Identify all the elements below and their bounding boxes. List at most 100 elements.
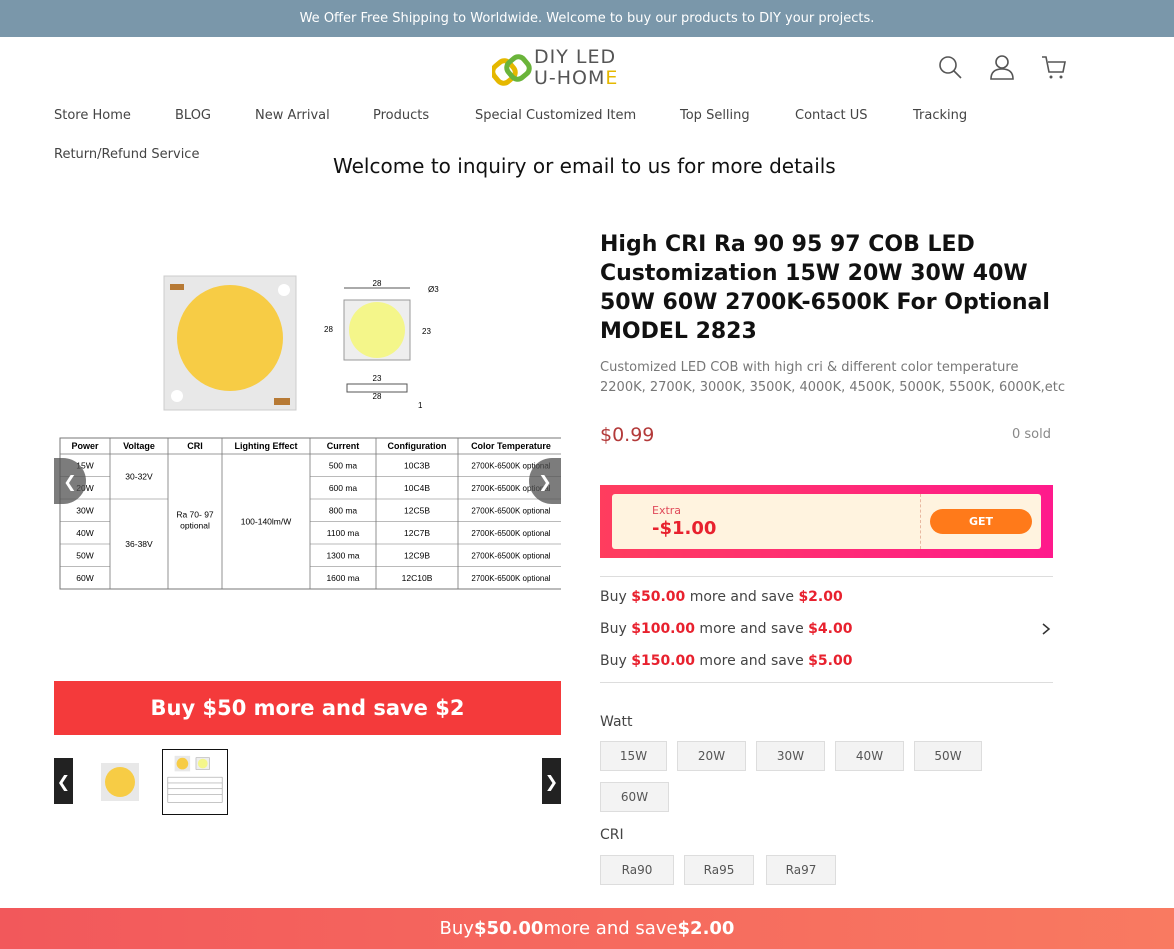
table-config-cell: 12C7B	[404, 528, 430, 538]
bottom-amount: $50.00	[473, 918, 544, 939]
cri-label: CRI	[600, 827, 624, 843]
option-cri-ra90[interactable]: Ra90	[600, 855, 674, 885]
option-watt-60w[interactable]: 60W	[600, 782, 669, 812]
store-logo[interactable]: DIY LED U-HOME	[492, 46, 632, 92]
logo-line1: DIY LED	[534, 46, 617, 68]
table-temp-cell: 2700K-6500K optional	[471, 574, 550, 583]
logo-line2-accent: E	[605, 67, 619, 89]
nav-top-selling[interactable]: Top Selling	[680, 108, 750, 123]
chevron-left-icon: ❮	[56, 771, 71, 791]
nav-return-refund[interactable]: Return/Refund Service	[54, 147, 199, 162]
table-header: Current	[327, 441, 360, 451]
table-current-cell: 1600 ma	[326, 573, 359, 583]
product-main-image[interactable]: 28 28 23 Ø3 23 28 1 Power Voltage CRI Light…	[54, 258, 561, 598]
table-config-cell: 12C10B	[402, 573, 433, 583]
table-current-cell: 1300 ma	[326, 550, 359, 560]
option-cri-ra95[interactable]: Ra95	[684, 855, 754, 885]
table-voltage-cell: 36-38V	[125, 539, 153, 549]
dim-bottom2: 28	[373, 392, 382, 401]
bottom-mid: more and save	[543, 918, 678, 939]
tier-save: $5.00	[808, 653, 853, 669]
table-header: Color Temperature	[471, 441, 551, 451]
chevron-right-icon: ❯	[544, 771, 559, 791]
dim-top: 28	[373, 279, 382, 288]
product-title: High CRI Ra 90 95 97 COB LED Customizati…	[600, 232, 1050, 344]
dim-thick: 1	[418, 401, 423, 410]
welcome-message: Welcome to inquiry or email to us for mo…	[333, 154, 836, 178]
logo-line2-main: U-HOM	[534, 67, 606, 89]
divider	[600, 576, 1053, 577]
search-icon[interactable]	[937, 54, 963, 80]
thumbnail-1[interactable]	[87, 749, 153, 815]
option-watt-40w[interactable]: 40W	[835, 741, 904, 771]
tier-mid: more and save	[694, 621, 809, 637]
thumb-prev-button[interactable]: ❮	[54, 758, 73, 804]
tier-pre: Buy	[600, 589, 632, 605]
table-config-cell: 12C5B	[404, 505, 430, 515]
option-watt-20w[interactable]: 20W	[677, 741, 746, 771]
discount-tier-2: Buy $100.00 more and save $4.00	[600, 621, 852, 637]
table-temp-cell: 2700K-6500K optional	[471, 506, 550, 515]
discount-tier-1: Buy $50.00 more and save $2.00	[600, 589, 843, 605]
table-header: Lighting Effect	[235, 441, 298, 451]
bottom-promo-bar[interactable]: Buy $50.00 more and save $2.00	[0, 908, 1174, 949]
divider	[600, 682, 1053, 683]
table-cri-cell: Ra 70- 97	[176, 510, 214, 520]
table-header: Configuration	[388, 441, 447, 451]
tier-pre: Buy	[600, 621, 632, 637]
coupon-card: Extra -$1.00 GET	[600, 485, 1053, 558]
thumb-spec-image	[167, 755, 223, 803]
option-cri-ra97[interactable]: Ra97	[766, 855, 836, 885]
table-config-cell: 10C3B	[404, 460, 430, 470]
table-current-cell: 500 ma	[329, 460, 358, 470]
thumbnail-2[interactable]	[162, 749, 228, 815]
chevron-left-icon: ❮	[63, 471, 77, 491]
spec-table: Power Voltage CRI Lighting Effect Current Con…	[59, 437, 561, 590]
table-cri-cell: optional	[180, 521, 210, 531]
option-watt-30w[interactable]: 30W	[756, 741, 825, 771]
nav-products[interactable]: Products	[373, 108, 429, 123]
tier-amount: $50.00	[631, 589, 686, 605]
thumb-next-button[interactable]: ❯	[542, 758, 561, 804]
nav-contact-us[interactable]: Contact US	[795, 108, 867, 123]
sold-count: 0 sold	[1012, 427, 1051, 442]
table-header: Voltage	[123, 441, 155, 451]
table-current-cell: 800 ma	[329, 505, 358, 515]
subtitle-line1: Customized LED COB with high cri & diffe…	[600, 360, 1019, 375]
table-config-cell: 10C4B	[404, 483, 430, 493]
chevron-right-icon: ❯	[538, 471, 552, 491]
tier-mid: more and save	[694, 653, 809, 669]
logo-rings-icon	[492, 54, 532, 86]
nav-special-customized[interactable]: Special Customized Item	[475, 108, 636, 123]
user-icon[interactable]	[989, 54, 1015, 80]
cart-icon[interactable]	[1041, 54, 1067, 80]
option-watt-15w[interactable]: 15W	[600, 741, 667, 771]
dim-hole: Ø3	[428, 285, 439, 294]
nav-blog[interactable]: BLOG	[175, 108, 211, 123]
table-current-cell: 600 ma	[329, 483, 358, 493]
nav-new-arrival[interactable]: New Arrival	[255, 108, 330, 123]
table-config-cell: 12C9B	[404, 550, 430, 560]
table-power-cell: 30W	[76, 505, 93, 515]
option-watt-50w[interactable]: 50W	[914, 741, 982, 771]
chevron-right-icon[interactable]	[1040, 621, 1052, 637]
nav-store-home[interactable]: Store Home	[54, 108, 131, 123]
promo-banner: Buy $50 more and save $2	[54, 681, 561, 735]
table-temp-cell: 2700K-6500K optional	[471, 529, 550, 538]
table-header: CRI	[187, 441, 203, 451]
table-power-cell: 60W	[76, 573, 93, 583]
coupon-divider	[920, 494, 921, 549]
coupon-get-button[interactable]: GET	[930, 509, 1032, 534]
dim-side: 28	[324, 325, 333, 334]
table-power-cell: 40W	[76, 528, 93, 538]
nav-tracking[interactable]: Tracking	[913, 108, 967, 123]
watt-label: Watt	[600, 714, 633, 730]
tier-save: $4.00	[808, 621, 853, 637]
announcement-bar: We Offer Free Shipping to Worldwide. Wel…	[0, 0, 1174, 37]
bottom-save: $2.00	[677, 918, 735, 939]
table-voltage-cell: 30-32V	[125, 472, 153, 482]
table-power-cell: 50W	[76, 550, 93, 560]
coupon-amount: -$1.00	[652, 518, 717, 539]
tier-pre: Buy	[600, 653, 632, 669]
table-header: Power	[71, 441, 99, 451]
